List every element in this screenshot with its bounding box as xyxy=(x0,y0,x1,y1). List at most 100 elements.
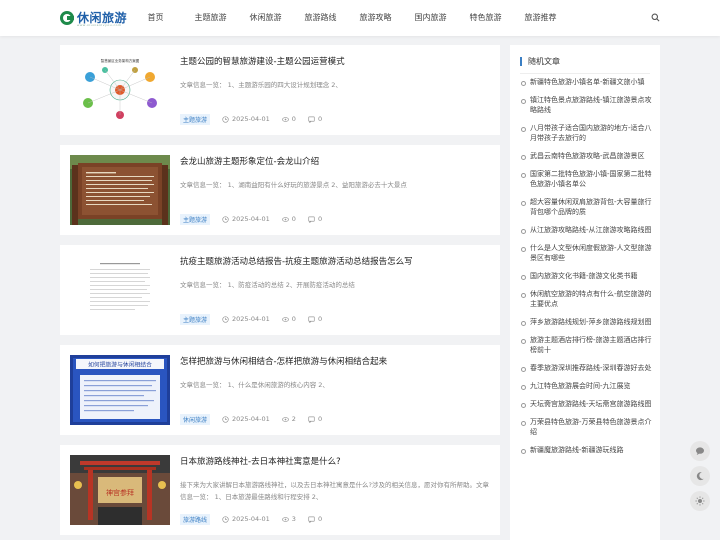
article-excerpt: 文章信息一览： 1、什么是休闲旅游的核心内容 2、 xyxy=(180,381,329,389)
sun-icon xyxy=(695,496,705,506)
article-excerpt: 文章信息一览： 1、防疫活动的总结 2、开展防疫活动的总结 xyxy=(180,281,355,289)
thumb-caption: 神宫参拜 xyxy=(106,488,134,497)
clock-icon xyxy=(222,315,229,323)
sidebar-item[interactable]: 新疆魔旅游路线-新疆游玩线路 xyxy=(520,445,652,455)
article-thumbnail[interactable] xyxy=(70,255,170,325)
divider xyxy=(520,73,650,74)
logo-icon xyxy=(60,11,74,25)
article-excerpt: 文章信息一览： 1、主题游乐园的四大设计规划理念 2、 xyxy=(180,81,342,89)
article-views: 3 xyxy=(281,515,296,523)
light-mode-button[interactable] xyxy=(690,491,710,511)
sidebar-item[interactable]: 什么是人文型休闲度假旅游-人文型旅游景区有哪些 xyxy=(520,243,652,263)
article-views: 0 xyxy=(281,215,296,223)
comments-count: 0 xyxy=(317,415,323,423)
nav-item-travel-guides[interactable]: 旅游攻略 xyxy=(348,0,403,36)
wooden-sign-photo xyxy=(70,155,170,225)
sidebar-item[interactable]: 八月带孩子适合国内旅游的地方-适合八月带孩子去旅行的 xyxy=(520,123,652,143)
article-date: 2025-04-01 xyxy=(222,115,270,123)
main-nav: 首页 主题旅游 休闲旅游 旅游路线 旅游攻略 国内旅游 特色旅游 旅游推荐 xyxy=(128,0,568,36)
moon-icon xyxy=(696,472,704,481)
article-comments: 0 xyxy=(308,515,322,523)
nav-item-domestic-travel[interactable]: 国内旅游 xyxy=(403,0,458,36)
sidebar-item[interactable]: 旅游主题酒店排行榜-旅游主题酒店排行榜前十 xyxy=(520,335,652,355)
eye-icon xyxy=(281,416,289,422)
date-text: 2025-04-01 xyxy=(232,315,270,323)
clock-icon xyxy=(222,515,229,523)
views-count: 2 xyxy=(291,415,296,423)
eye-icon xyxy=(281,216,289,222)
site-logo[interactable]: 休闲旅游 www.xiuxianlvyou.com xyxy=(60,9,127,27)
article-comments: 0 xyxy=(308,315,322,323)
nav-item-home[interactable]: 首页 xyxy=(128,0,183,36)
comments-count: 0 xyxy=(317,215,323,223)
date-text: 2025-04-01 xyxy=(232,215,270,223)
category-tag[interactable]: 主题旅游 xyxy=(180,113,211,125)
clock-icon xyxy=(222,415,229,423)
search-icon[interactable] xyxy=(651,13,660,22)
clock-icon xyxy=(222,215,229,223)
article-excerpt: 文章信息一览： 1、湖南益阳有什么好玩的旅游景点 2、益阳旅游必去十大景点 xyxy=(180,181,407,189)
nav-item-leisure-travel[interactable]: 休闲旅游 xyxy=(238,0,293,36)
article-thumbnail[interactable] xyxy=(70,155,170,225)
article-comments: 0 xyxy=(308,115,322,123)
article-thumbnail[interactable]: 神宫参拜 xyxy=(70,455,170,525)
article-thumbnail[interactable]: 智慧景区业务架构方案图 xyxy=(70,55,170,125)
article-comments: 0 xyxy=(308,215,322,223)
eye-icon xyxy=(281,516,289,522)
article-views: 2 xyxy=(281,415,296,423)
sidebar-item[interactable]: 超大容量休闲双肩旅游背包-大容量旅行背包哪个品牌的质 xyxy=(520,197,652,217)
shrine-photo: 神宫参拜 xyxy=(70,455,170,525)
category-tag[interactable]: 主题旅游 xyxy=(180,213,211,225)
dark-mode-button[interactable] xyxy=(690,466,710,486)
nav-item-travel-recommend[interactable]: 旅游推荐 xyxy=(513,0,568,36)
article-title[interactable]: 主题公园的智慧旅游建设-主题公园运营模式 xyxy=(180,56,490,68)
sidebar-item[interactable]: 萍乡旅游路线规划-萍乡旅游路线规划图 xyxy=(520,317,652,327)
article-card[interactable]: 神宫参拜 日本旅游路线神社-去日本神社寓意是什么? 接下来为大家讲解日本旅游路线… xyxy=(60,445,500,535)
eye-icon xyxy=(281,316,289,322)
nav-item-travel-routes[interactable]: 旅游路线 xyxy=(293,0,348,36)
sidebar-item[interactable]: 武昌云南特色旅游攻略-武昌旅游景区 xyxy=(520,151,652,161)
sidebar-item[interactable]: 国内旅游文化书籍-旅游文化类书籍 xyxy=(520,271,652,281)
category-tag[interactable]: 旅游路线 xyxy=(180,513,211,525)
article-card[interactable]: 如何把旅游与休闲相结合 怎样把旅游与休闲相结合-怎样把旅游与休闲相结合起来 文章… xyxy=(60,345,500,435)
thumb-caption: 如何把旅游与休闲相结合 xyxy=(88,361,152,369)
clock-icon xyxy=(222,115,229,123)
site-header: 休闲旅游 www.xiuxianlvyou.com 首页 主题旅游 休闲旅游 旅… xyxy=(0,0,720,36)
article-card[interactable]: 智慧景区业务架构方案图 主题公园的智慧旅游建设-主题公园运营模式 文章信息一览：… xyxy=(60,45,500,135)
category-tag[interactable]: 休闲旅游 xyxy=(180,413,211,425)
sidebar-item[interactable]: 国家第二批特色旅游小镇-国家第二批特色旅游小镇名单公 xyxy=(520,169,652,189)
document-page-image xyxy=(70,255,170,325)
sidebar-item[interactable]: 从江旅游攻略路线-从江旅游攻略路线图 xyxy=(520,225,652,235)
article-card[interactable]: 会龙山旅游主题形象定位-会龙山介绍 文章信息一览： 1、湖南益阳有什么好玩的旅游… xyxy=(60,145,500,235)
nav-item-featured-travel[interactable]: 特色旅游 xyxy=(458,0,513,36)
comments-count: 0 xyxy=(317,115,323,123)
sidebar-item[interactable]: 九江特色旅游展会时间-九江展览 xyxy=(520,381,652,391)
sidebar-item[interactable]: 休闲航空旅游的特点有什么-航空旅游的主要优点 xyxy=(520,289,652,309)
nav-item-theme-travel[interactable]: 主题旅游 xyxy=(183,0,238,36)
article-meta: 休闲旅游 2025-04-01 2 0 xyxy=(180,413,334,425)
sidebar-item[interactable]: 天坛斋宫旅游路线-天坛斋宫旅游路线图 xyxy=(520,399,652,409)
article-title[interactable]: 怎样把旅游与休闲相结合-怎样把旅游与休闲相结合起来 xyxy=(180,356,490,368)
views-count: 3 xyxy=(291,515,296,523)
article-card[interactable]: 抗疫主题旅游活动总结报告-抗疫主题旅游活动总结报告怎么写 文章信息一览： 1、防… xyxy=(60,245,500,335)
sidebar-item[interactable]: 春季旅游深圳推荐路线-深圳春游好去处 xyxy=(520,363,652,373)
article-views: 0 xyxy=(281,315,296,323)
article-meta: 旅游路线 2025-04-01 3 0 xyxy=(180,513,334,525)
logo-subtitle: www.xiuxianlvyou.com xyxy=(77,23,122,27)
thumb-caption: 智慧景区业务架构方案图 xyxy=(101,58,140,63)
category-tag[interactable]: 主题旅游 xyxy=(180,313,211,325)
sidebar-item[interactable]: 新疆特色旅游小镇名单-新疆文旅小镇 xyxy=(520,77,652,87)
article-thumbnail[interactable]: 如何把旅游与休闲相结合 xyxy=(70,355,170,425)
views-count: 0 xyxy=(291,115,296,123)
article-title[interactable]: 抗疫主题旅游活动总结报告-抗疫主题旅游活动总结报告怎么写 xyxy=(180,256,490,268)
eye-icon xyxy=(281,116,289,122)
article-title[interactable]: 会龙山旅游主题形象定位-会龙山介绍 xyxy=(180,156,490,168)
comments-count: 0 xyxy=(317,515,323,523)
chat-button[interactable] xyxy=(690,441,710,461)
sidebar-item[interactable]: 镇江特色景点旅游路线-镇江旅游景点攻略路线 xyxy=(520,95,652,115)
article-meta: 主题旅游 2025-04-01 0 0 xyxy=(180,313,334,325)
views-count: 0 xyxy=(291,315,296,323)
sidebar-item[interactable]: 万荣县特色旅游-万荣县特色旅游景点介绍 xyxy=(520,417,652,437)
date-text: 2025-04-01 xyxy=(232,415,270,423)
article-title[interactable]: 日本旅游路线神社-去日本神社寓意是什么? xyxy=(180,456,490,468)
